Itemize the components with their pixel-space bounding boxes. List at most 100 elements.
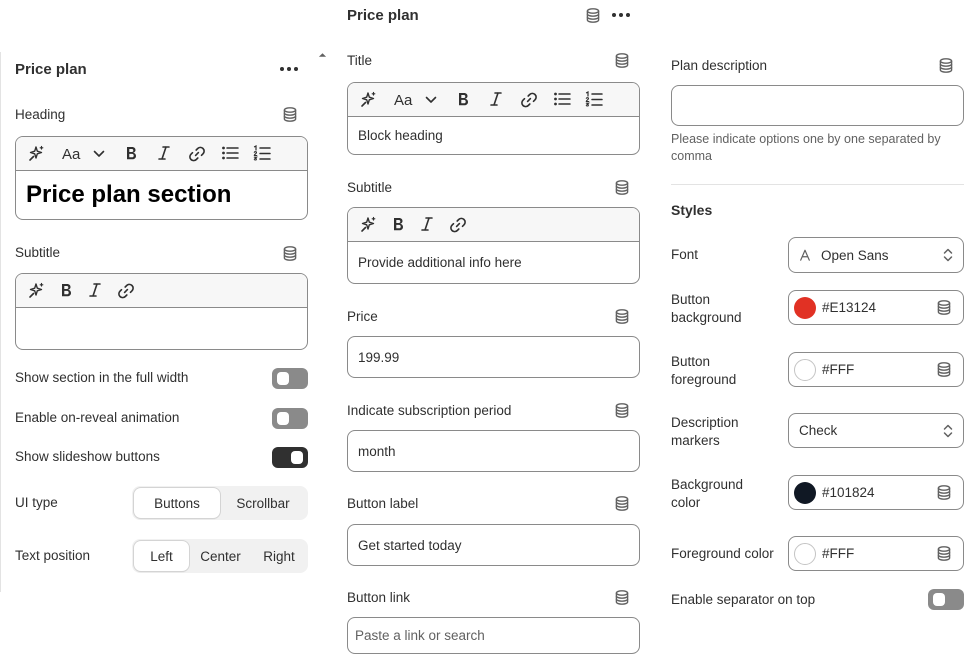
magic-icon[interactable]: [27, 282, 45, 300]
link-icon[interactable]: [520, 91, 538, 109]
italic-icon[interactable]: [157, 145, 171, 161]
database-icon[interactable]: [615, 403, 629, 418]
subscription-period-input[interactable]: month: [347, 430, 640, 472]
database-icon[interactable]: [615, 309, 629, 324]
chevron-down-icon[interactable]: [425, 96, 437, 104]
database-icon[interactable]: [615, 180, 629, 195]
button-background-color-field[interactable]: #E13124: [788, 290, 964, 325]
description-markers-label: Description markers: [671, 415, 739, 448]
text-position-segmented: Left Center Right: [132, 539, 308, 573]
database-icon[interactable]: [937, 300, 951, 315]
ui-type-scrollbar-option[interactable]: Scrollbar: [220, 488, 306, 518]
link-icon[interactable]: [449, 216, 467, 234]
bold-icon[interactable]: [124, 145, 138, 161]
plan-description-hint: Please indicate options one by one separ…: [671, 132, 941, 163]
magic-icon[interactable]: [359, 91, 377, 109]
title-value[interactable]: Block heading: [348, 117, 639, 154]
full-width-toggle[interactable]: [272, 368, 308, 389]
text-size-icon[interactable]: Aa: [394, 91, 412, 109]
subtitle-value[interactable]: Provide additional info here: [348, 242, 639, 283]
database-icon[interactable]: [939, 58, 953, 73]
text-position-right-option[interactable]: Right: [252, 541, 306, 571]
bold-icon[interactable]: [456, 91, 470, 107]
separator-toggle[interactable]: [928, 589, 964, 610]
button-foreground-swatch[interactable]: [794, 358, 816, 381]
slideshow-buttons-toggle[interactable]: [272, 447, 308, 468]
italic-icon[interactable]: [88, 282, 102, 298]
heading-label: Heading: [15, 107, 66, 122]
foreground-color-label: Foreground color: [671, 546, 774, 561]
scroll-up-icon[interactable]: [318, 52, 327, 58]
button-label-input[interactable]: Get started today: [347, 524, 640, 566]
plan-details-panel: Plan description Please indicate options…: [671, 0, 965, 669]
bullet-list-icon[interactable]: [553, 91, 571, 107]
subtitle-editor-toolbar: [16, 274, 307, 308]
heading-editor-toolbar: Aa: [16, 137, 307, 171]
left-settings-panel: Price plan Heading Aa Price plan section…: [0, 52, 327, 592]
italic-icon[interactable]: [489, 91, 503, 107]
background-color-label: Background color: [671, 477, 744, 510]
database-icon[interactable]: [937, 485, 951, 500]
italic-icon[interactable]: [420, 216, 434, 232]
reveal-animation-toggle[interactable]: [272, 408, 308, 429]
text-position-center-option[interactable]: Center: [189, 541, 252, 571]
title-editor[interactable]: Aa Block heading: [347, 82, 640, 155]
button-background-label: Button background: [671, 292, 742, 325]
database-icon[interactable]: [937, 362, 951, 377]
text-position-left-option[interactable]: Left: [134, 541, 189, 571]
button-foreground-color-field[interactable]: #FFF: [788, 352, 964, 387]
divider: [671, 184, 964, 185]
database-icon[interactable]: [586, 8, 600, 23]
subtitle-value[interactable]: [16, 308, 307, 349]
subtitle-editor[interactable]: [15, 273, 308, 350]
heading-editor[interactable]: Aa Price plan section: [15, 136, 308, 220]
heading-value[interactable]: Price plan section: [16, 171, 307, 219]
subtitle-editor[interactable]: Provide additional info here: [347, 207, 640, 284]
numbered-list-icon[interactable]: [585, 91, 603, 107]
database-icon[interactable]: [283, 246, 297, 261]
block-settings-panel: Price plan Title Aa Block heading Subtit…: [347, 0, 641, 669]
magic-icon[interactable]: [359, 216, 377, 234]
ui-type-buttons-option[interactable]: Buttons: [134, 488, 220, 518]
database-icon[interactable]: [283, 107, 297, 122]
button-link-input[interactable]: Paste a link or search: [347, 617, 640, 654]
database-icon[interactable]: [615, 496, 629, 511]
reveal-animation-label: Enable on-reveal animation: [15, 410, 180, 425]
chevron-down-icon[interactable]: [93, 150, 105, 158]
plan-description-input[interactable]: [671, 85, 964, 126]
background-color-swatch[interactable]: [794, 481, 816, 504]
slideshow-buttons-label: Show slideshow buttons: [15, 449, 160, 464]
magic-icon[interactable]: [27, 145, 45, 163]
bullet-list-icon[interactable]: [221, 145, 239, 161]
database-icon[interactable]: [615, 53, 629, 68]
description-markers-select[interactable]: Check: [788, 413, 964, 448]
subtitle-label: Subtitle: [15, 245, 61, 260]
font-label: Font: [671, 247, 699, 262]
link-icon[interactable]: [188, 145, 206, 163]
title-editor-toolbar: Aa: [348, 83, 639, 117]
description-markers-value: Check: [799, 423, 838, 438]
button-background-value: #E13124: [822, 300, 877, 315]
ui-type-label: UI type: [15, 495, 58, 510]
database-icon[interactable]: [615, 590, 629, 605]
font-select[interactable]: Open Sans: [788, 237, 964, 273]
more-horizontal-icon[interactable]: [279, 66, 299, 72]
button-foreground-label: Button foreground: [671, 354, 737, 387]
text-size-icon[interactable]: Aa: [62, 145, 80, 163]
database-icon[interactable]: [937, 546, 951, 561]
background-color-field[interactable]: #101824: [788, 475, 964, 510]
styles-heading: Styles: [671, 202, 713, 218]
foreground-color-field[interactable]: #FFF: [788, 536, 964, 571]
link-icon[interactable]: [117, 282, 135, 300]
select-chevron-icon: [943, 423, 953, 439]
button-background-swatch[interactable]: [794, 296, 816, 319]
background-color-value: #101824: [822, 485, 875, 500]
more-horizontal-icon[interactable]: [611, 12, 631, 18]
numbered-list-icon[interactable]: [253, 145, 271, 161]
price-input[interactable]: 199.99: [347, 336, 640, 378]
font-value: Open Sans: [821, 247, 889, 263]
bold-icon[interactable]: [391, 216, 405, 232]
bold-icon[interactable]: [59, 282, 73, 298]
foreground-color-swatch[interactable]: [794, 542, 816, 565]
plan-description-label: Plan description: [671, 58, 768, 73]
